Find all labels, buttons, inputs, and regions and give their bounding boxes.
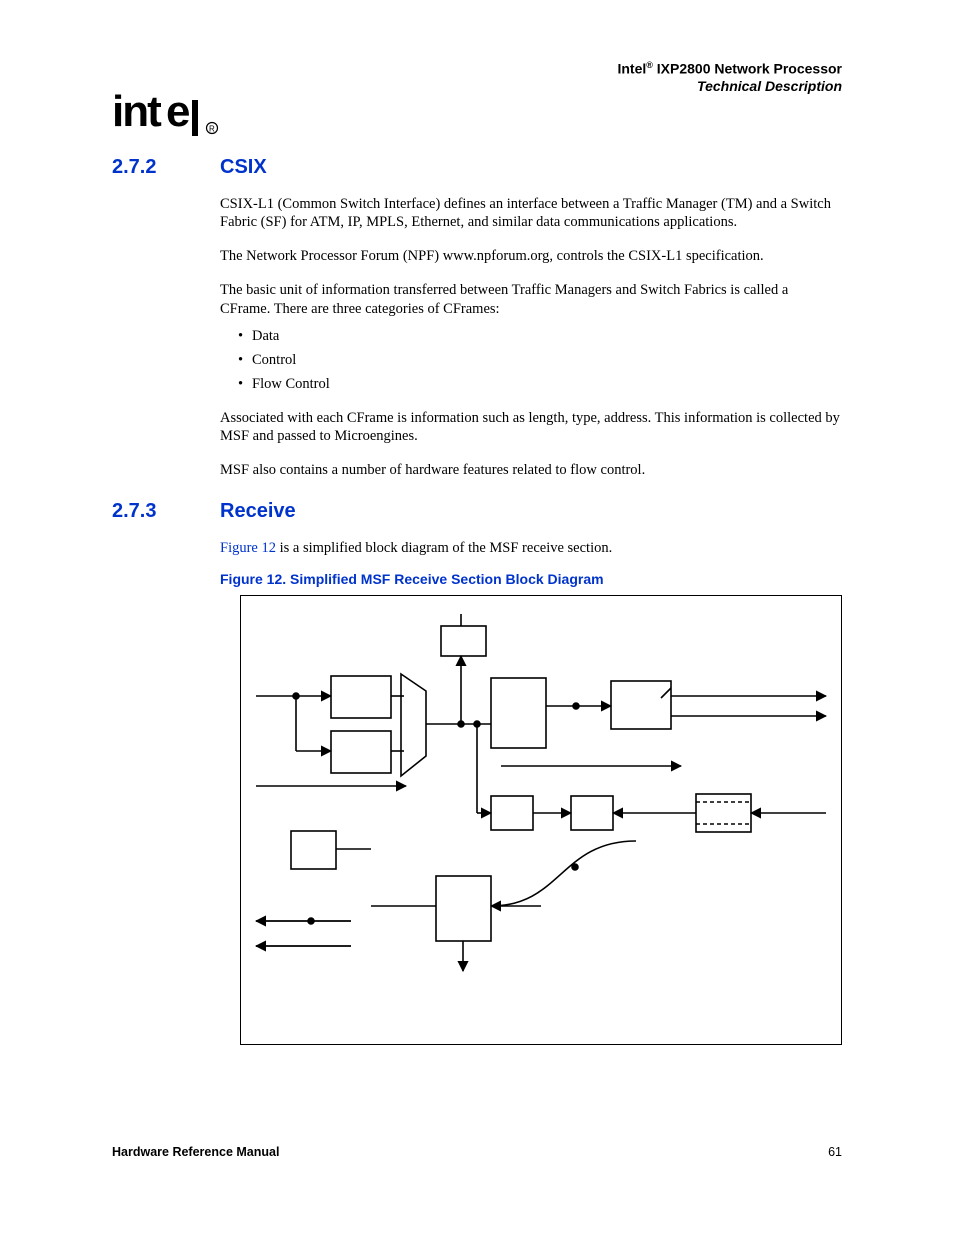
- svg-text:e: e: [166, 87, 190, 136]
- page-header-right: Intel® IXP2800 Network Processor Technic…: [617, 60, 842, 96]
- list-item: Flow Control: [238, 376, 842, 393]
- bullet-list: Data Control Flow Control: [238, 328, 842, 393]
- svg-text:R: R: [209, 125, 215, 134]
- section-number: 2.7.2: [112, 156, 220, 179]
- paragraph-text: is a simplified block diagram of the MSF…: [276, 540, 612, 556]
- paragraph: The basic unit of information transferre…: [220, 281, 842, 317]
- paragraph: Figure 12 is a simplified block diagram …: [220, 539, 842, 557]
- section-number: 2.7.3: [112, 500, 220, 523]
- header-reg: ®: [646, 60, 653, 70]
- paragraph: Associated with each CFrame is informati…: [220, 409, 842, 445]
- section-heading-receive: 2.7.3 Receive: [112, 500, 842, 523]
- page-footer: Hardware Reference Manual 61: [112, 1145, 842, 1159]
- paragraph: MSF also contains a number of hardware f…: [220, 461, 842, 479]
- header-subtitle: Technical Description: [617, 78, 842, 96]
- page-number: 61: [828, 1145, 842, 1159]
- paragraph: CSIX-L1 (Common Switch Interface) define…: [220, 195, 842, 231]
- paragraph: The Network Processor Forum (NPF) www.np…: [220, 247, 842, 265]
- figure-caption: Figure 12. Simplified MSF Receive Sectio…: [220, 571, 842, 587]
- section-title: Receive: [220, 500, 296, 523]
- footer-title: Hardware Reference Manual: [112, 1145, 279, 1159]
- list-item: Control: [238, 352, 842, 369]
- intel-logo: int e R: [112, 86, 222, 143]
- header-brand: Intel: [617, 61, 646, 77]
- figure-link[interactable]: Figure 12: [220, 540, 276, 556]
- list-item: Data: [238, 328, 842, 345]
- header-product: IXP2800 Network Processor: [653, 61, 842, 77]
- svg-text:int: int: [112, 87, 162, 136]
- figure-diagram: [240, 595, 842, 1045]
- section-title: CSIX: [220, 156, 267, 179]
- section-heading-csix: 2.7.2 CSIX: [112, 156, 842, 179]
